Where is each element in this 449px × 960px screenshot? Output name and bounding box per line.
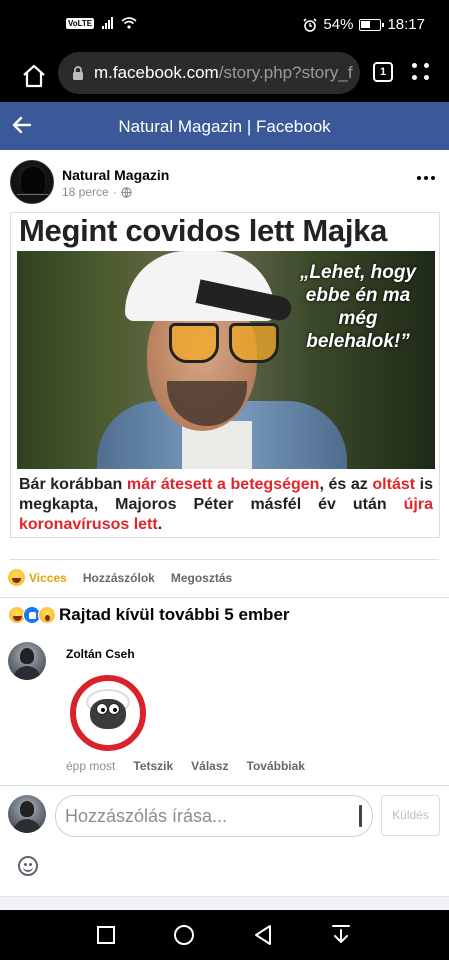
signal-icon [102, 17, 114, 29]
back-nav-icon[interactable] [253, 924, 273, 946]
emoji-icon[interactable] [18, 856, 38, 876]
tab-switcher-button[interactable]: 1 [373, 62, 393, 82]
divider [0, 597, 449, 598]
page-title: Natural Magazin | Facebook [118, 117, 331, 136]
share-button[interactable]: Megosztás [171, 571, 232, 585]
photo-lens-left [169, 323, 219, 363]
post-meta: 18 perce · [62, 185, 132, 199]
avatar-body-shape [13, 666, 41, 680]
text-caret [359, 805, 362, 827]
home-icon[interactable] [20, 62, 48, 90]
post-image[interactable]: Megint covidos lett Majka „Lehet, hogy e… [10, 212, 440, 538]
comment-more-button[interactable]: Továbbiak [247, 759, 305, 773]
battery-percent: 54% [323, 16, 354, 33]
post-options-icon[interactable] [417, 176, 437, 182]
sticker-eye [96, 703, 108, 715]
caption-part: , és az [319, 476, 373, 493]
my-avatar[interactable] [8, 795, 46, 833]
avatar-head-shape [20, 648, 34, 664]
battery-icon [359, 18, 385, 31]
reaction-summary-text: Rajtad kívül további 5 ember [59, 605, 290, 624]
reaction-label: Vicces [29, 570, 67, 585]
url-text: m.facebook.com/story.php?story_f [94, 63, 353, 83]
post-actions: Vicces Hozzászólok Megosztás [8, 569, 232, 586]
post-time[interactable]: 18 perce [62, 185, 109, 199]
sheep-sticker[interactable] [70, 675, 146, 751]
recents-icon[interactable] [97, 926, 115, 944]
volte-icon: VoLTE [66, 17, 95, 29]
caption-part: . [157, 516, 163, 533]
status-right: 54% 18:17 [303, 16, 425, 33]
address-bar[interactable]: m.facebook.com/story.php?story_f [58, 52, 360, 94]
caption-highlight: oltást [372, 476, 416, 493]
notifications-pulldown-icon[interactable] [332, 924, 350, 946]
status-left: VoLTE [66, 17, 137, 29]
browser-toolbar: m.facebook.com/story.php?story_f 1 [0, 50, 449, 102]
image-caption: Bár korábban már átesett a betegségen, é… [19, 475, 433, 535]
comment-like-button[interactable]: Tetszik [133, 759, 173, 773]
battery-fill [361, 20, 371, 28]
avatar-body-shape [13, 819, 41, 833]
reaction-button[interactable]: Vicces [8, 569, 67, 586]
caption-highlight: már átesett a betegségen [126, 476, 320, 493]
sticker-face-shape [90, 699, 126, 729]
url-host: m.facebook.com [94, 63, 219, 82]
photo-lens-right [229, 323, 279, 363]
haha-icon [8, 569, 25, 586]
sticker-eye [108, 703, 120, 715]
status-bar: VoLTE 54% 18:17 [0, 0, 449, 50]
send-button[interactable]: Küldés [381, 795, 440, 836]
page-header: Natural Magazin | Facebook [0, 102, 449, 150]
reaction-summary[interactable]: Rajtad kívül további 5 ember [8, 605, 290, 625]
wow-icon [38, 606, 56, 624]
caption-part: Bár korábban [19, 476, 127, 493]
comment-input[interactable]: Hozzászólás írása... [55, 795, 373, 837]
reaction-icons [8, 606, 56, 624]
comment-reply-button[interactable]: Válasz [191, 759, 228, 773]
divider [10, 559, 439, 560]
home-nav-icon[interactable] [174, 925, 194, 945]
comment-author[interactable]: Zoltán Cseh [66, 647, 135, 661]
clock: 18:17 [387, 16, 425, 33]
url-path: /story.php?story_f [218, 63, 353, 82]
globe-icon [121, 186, 132, 198]
lock-icon[interactable] [70, 65, 86, 81]
comment-time: épp most [66, 759, 116, 773]
comment-actions: épp most Tetszik Válasz Továbbiak [66, 759, 305, 773]
post-author[interactable]: Natural Magazin [62, 167, 169, 183]
browser-menu-icon[interactable] [412, 63, 430, 81]
system-nav-bar [0, 910, 449, 960]
footer-separator [0, 896, 449, 910]
meta-separator: · [112, 185, 117, 199]
wifi-icon [121, 17, 137, 29]
divider [0, 785, 449, 786]
image-photo: „Lehet, hogy ebbe én ma még belehalok!” [17, 251, 435, 469]
avatar-signature-shape [17, 189, 49, 195]
page-avatar[interactable] [10, 160, 54, 204]
image-quote: „Lehet, hogy ebbe én ma még belehalok!” [299, 262, 417, 352]
avatar-head-shape [20, 801, 34, 817]
image-headline: Megint covidos lett Majka [19, 213, 388, 248]
comment-button[interactable]: Hozzászólok [83, 571, 155, 585]
alarm-icon [303, 17, 317, 32]
commenter-avatar[interactable] [8, 642, 46, 680]
